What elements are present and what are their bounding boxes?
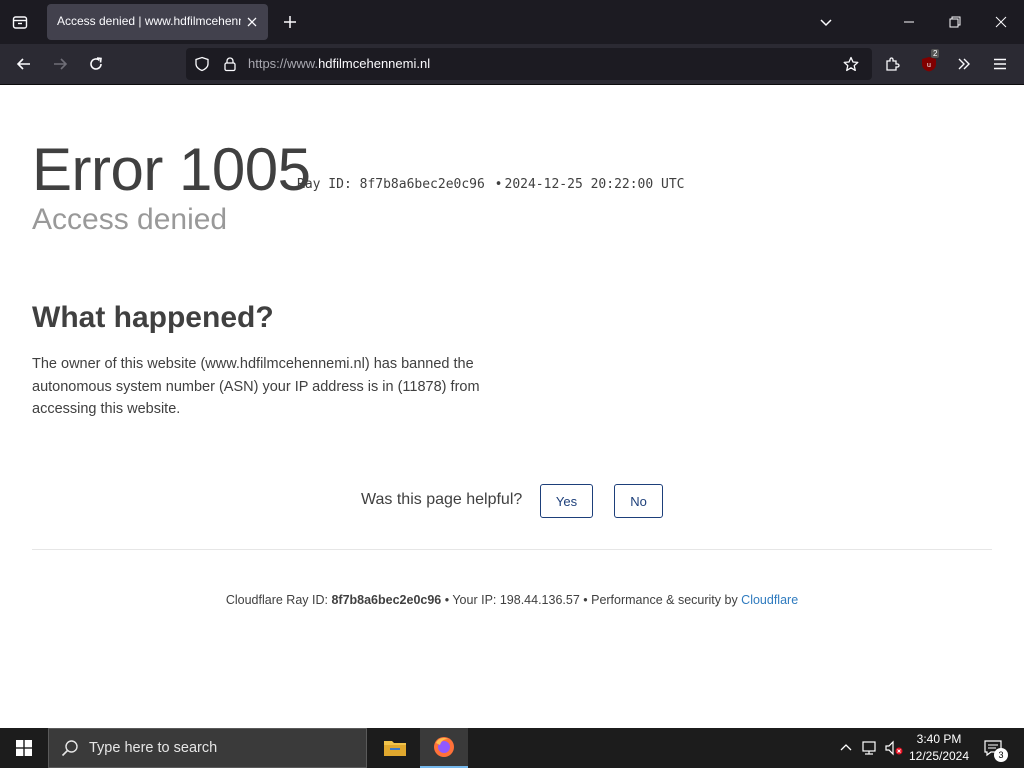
hamburger-menu-icon[interactable] xyxy=(986,50,1014,78)
feedback-no-button[interactable]: No xyxy=(614,484,663,518)
reload-icon[interactable] xyxy=(82,50,110,78)
taskbar: Type here to search 3:40 PM 12/25/2024 xyxy=(0,728,1024,768)
ray-separator: • xyxy=(494,177,503,192)
extensions-puzzle-icon[interactable] xyxy=(878,50,906,78)
address-bar[interactable]: https://www.hdfilmcehennemi.nl xyxy=(186,48,872,80)
chevron-up-icon[interactable] xyxy=(836,738,856,758)
file-explorer-icon[interactable] xyxy=(371,728,419,768)
url-prefix: https://www. xyxy=(248,56,319,71)
clock-date: 12/25/2024 xyxy=(908,749,970,763)
tab-title: Access denied | www.hdfilmcehennemi.nl xyxy=(57,14,241,28)
ray-id-label: Ray ID: 8f7b8a6bec2e0c96 xyxy=(297,177,485,192)
svg-text:u: u xyxy=(927,62,931,69)
list-all-tabs-icon[interactable] xyxy=(8,10,32,34)
extension-badge: 2 xyxy=(931,49,940,58)
feedback-yes-button[interactable]: Yes xyxy=(540,484,593,518)
new-tab-plus-icon[interactable] xyxy=(278,10,302,34)
error-title: Error 1005 xyxy=(32,136,311,203)
page-subtitle: Access denied xyxy=(32,203,228,236)
ublock-origin-icon[interactable]: u 2 xyxy=(915,49,943,78)
clock-time: 3:40 PM xyxy=(916,732,962,746)
windows-start-icon[interactable] xyxy=(0,728,48,768)
footer-ray-id: 8f7b8a6bec2e0c96 xyxy=(331,593,442,607)
page-content: Error 1005 Ray ID: 8f7b8a6bec2e0c96 • 202… xyxy=(0,85,1024,728)
search-icon xyxy=(61,739,79,761)
ray-meta: Ray ID: 8f7b8a6bec2e0c96 • 2024-12-25 20:… xyxy=(297,177,685,192)
more-tools-icon[interactable] xyxy=(950,50,978,78)
taskbar-search-box[interactable]: Type here to search xyxy=(48,728,367,768)
chevron-down-icon[interactable] xyxy=(814,10,838,34)
shield-icon[interactable] xyxy=(190,52,214,76)
footer: Cloudflare Ray ID: 8f7b8a6bec2e0c96 • Yo… xyxy=(0,593,1024,607)
back-arrow-icon[interactable] xyxy=(10,50,38,78)
browser-navbar: https://www.hdfilmcehennemi.nl u 2 xyxy=(0,44,1024,85)
browser-tab-active[interactable]: Access denied | www.hdfilmcehennemi.nl xyxy=(47,4,268,40)
bookmark-star-icon[interactable] xyxy=(839,52,863,76)
browser-tabbar: Access denied | www.hdfilmcehennemi.nl xyxy=(0,0,1024,44)
minimize-icon[interactable] xyxy=(886,0,932,44)
section-text: The owner of this website (www.hdfilmceh… xyxy=(32,356,480,417)
tab-close-icon[interactable] xyxy=(242,12,262,32)
firefox-icon[interactable] xyxy=(420,728,468,768)
footer-ray-prefix: Cloudflare Ray ID: xyxy=(225,593,332,607)
network-icon[interactable] xyxy=(860,738,880,758)
lock-icon[interactable] xyxy=(218,52,242,76)
feedback-row: Was this page helpful? Yes No xyxy=(0,483,1024,519)
url-text[interactable]: https://www.hdfilmcehennemi.nl xyxy=(248,56,430,71)
cloudflare-link[interactable]: Cloudflare xyxy=(741,593,798,607)
timestamp: 2024-12-25 20:22:00 UTC xyxy=(504,177,685,192)
url-domain: hdfilmcehennemi.nl xyxy=(318,56,431,71)
notification-count-badge: 3 xyxy=(994,748,1008,762)
taskbar-clock[interactable]: 3:40 PM 12/25/2024 xyxy=(905,731,973,765)
section-title: What happened? xyxy=(32,301,274,334)
forward-arrow-icon[interactable] xyxy=(46,50,74,78)
footer-ip-text: • Your IP: 198.44.136.57 • Performance &… xyxy=(441,593,742,607)
search-placeholder: Type here to search xyxy=(89,740,218,756)
divider xyxy=(32,549,992,550)
volume-muted-icon[interactable] xyxy=(884,738,904,758)
feedback-question: Was this page helpful? xyxy=(361,491,523,508)
close-window-icon[interactable] xyxy=(978,0,1024,44)
restore-icon[interactable] xyxy=(932,0,978,44)
